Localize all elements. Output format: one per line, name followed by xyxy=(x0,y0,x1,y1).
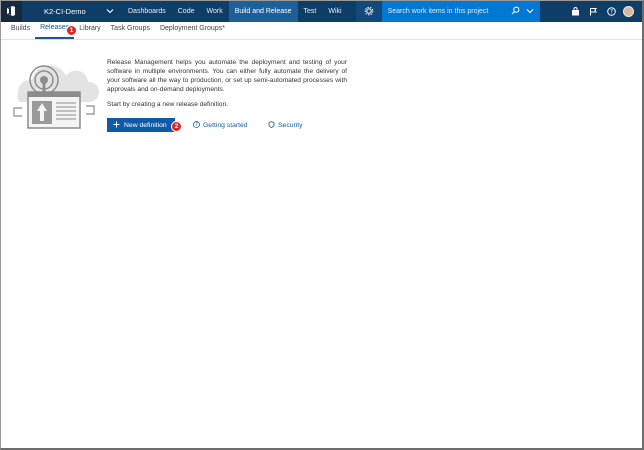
question-circle-icon: ? xyxy=(193,121,200,130)
tab-deployment-groups[interactable]: Deployment Groups* xyxy=(155,21,230,39)
search-box[interactable]: Search work items in this project xyxy=(381,0,540,22)
hub-navigation: Dashboards Code Work Build and Release T… xyxy=(122,0,348,22)
getting-started-label: Getting started xyxy=(203,122,248,129)
getting-started-link[interactable]: ? Getting started xyxy=(193,121,248,130)
project-name: K2-CI-Demo xyxy=(44,6,86,16)
nav-test[interactable]: Test xyxy=(298,0,323,22)
project-selector[interactable]: K2-CI-Demo xyxy=(22,0,122,22)
shield-icon xyxy=(268,121,275,130)
callout-badge-2: 2 xyxy=(171,121,182,132)
nav-work[interactable]: Work xyxy=(200,0,228,22)
release-description: Release Management helps you automate th… xyxy=(107,59,347,93)
new-definition-button[interactable]: New definition xyxy=(107,118,175,132)
avatar[interactable] xyxy=(623,5,634,17)
tab-task-groups[interactable]: Task Groups xyxy=(106,21,155,39)
question-icon[interactable]: ? xyxy=(605,5,617,17)
security-link[interactable]: Security xyxy=(268,121,303,130)
top-navigation-bar: K2-CI-Demo Dashboards Code Work Build an… xyxy=(0,0,644,22)
chevron-down-icon[interactable] xyxy=(526,7,534,16)
new-definition-label: New definition xyxy=(124,121,167,129)
release-illustration xyxy=(8,58,100,134)
start-instructions: Start by creating a new release definiti… xyxy=(107,101,228,108)
nav-code[interactable]: Code xyxy=(172,0,201,22)
search-input[interactable]: Search work items in this project xyxy=(388,8,511,15)
nav-build-and-release[interactable]: Build and Release xyxy=(228,0,298,22)
gear-icon[interactable] xyxy=(355,0,382,22)
plus-icon xyxy=(113,121,120,130)
tab-library[interactable]: Library xyxy=(74,21,105,39)
svg-text:?: ? xyxy=(195,122,198,128)
svg-text:?: ? xyxy=(609,8,612,15)
tab-builds[interactable]: Builds xyxy=(6,21,35,39)
security-label: Security xyxy=(278,122,303,129)
search-icon[interactable] xyxy=(511,6,520,17)
nav-dashboards[interactable]: Dashboards xyxy=(122,0,172,22)
chevron-down-icon xyxy=(106,8,114,14)
callout-badge-1: 1 xyxy=(66,25,77,36)
shopping-bag-icon[interactable] xyxy=(569,5,581,17)
nav-wiki[interactable]: Wiki xyxy=(322,0,347,22)
flag-icon[interactable] xyxy=(587,5,599,17)
vsts-logo-icon[interactable] xyxy=(0,0,22,22)
sub-navigation: Builds Releases Library Task Groups Depl… xyxy=(0,22,644,40)
